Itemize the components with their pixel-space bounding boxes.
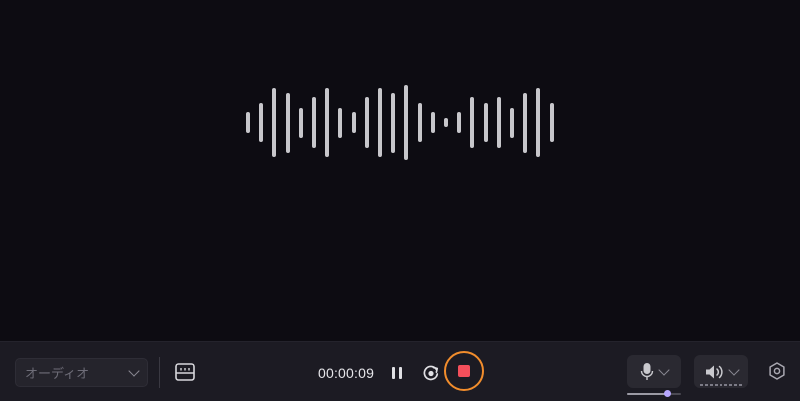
waveform-bar [338, 107, 343, 138]
stop-button[interactable] [444, 351, 484, 391]
slider-thumb[interactable] [664, 390, 671, 397]
pause-button[interactable] [386, 362, 408, 384]
waveform-bar [549, 102, 554, 143]
waveform-bar [325, 87, 330, 158]
caption-icon [175, 363, 195, 381]
waveform-bar [417, 102, 422, 143]
stop-icon [458, 365, 470, 377]
waveform-bar [272, 87, 277, 158]
waveform-bar [536, 87, 541, 158]
microphone-volume-slider[interactable] [627, 390, 681, 397]
waveform-bar [259, 102, 264, 143]
waveform-bar [351, 111, 356, 134]
waveform-bar [391, 92, 396, 153]
recording-timer: 00:00:09 [318, 365, 375, 381]
waveform-bar [470, 97, 475, 148]
settings-icon [769, 362, 785, 380]
waveform-bar [483, 102, 488, 143]
level-segment [700, 384, 703, 386]
level-segment [734, 384, 738, 386]
restart-icon [423, 365, 439, 381]
waveform-bar [378, 87, 382, 158]
microphone-icon [640, 362, 654, 380]
chevron-down-icon [128, 364, 140, 377]
waveform-bar [312, 97, 316, 148]
microphone-control[interactable] [627, 355, 681, 388]
level-segment [709, 384, 713, 386]
waveform-bar [285, 92, 290, 153]
settings-button[interactable] [766, 360, 788, 382]
waveform-bar [298, 107, 303, 138]
waveform-bar [457, 111, 462, 134]
waveform-bar [496, 97, 501, 148]
chevron-down-icon [658, 363, 670, 376]
level-segment [724, 384, 728, 386]
caption-button[interactable] [173, 360, 197, 384]
waveform-bar [510, 107, 514, 138]
waveform-bar [246, 111, 250, 134]
waveform-bar [430, 111, 435, 134]
recording-stage [0, 0, 800, 341]
restart-button[interactable] [419, 361, 443, 385]
level-segment [704, 384, 708, 386]
speaker-icon [706, 365, 723, 378]
audio-waveform [0, 0, 800, 341]
speaker-level-meter [700, 384, 743, 387]
waveform-bar [404, 85, 409, 160]
level-segment [739, 384, 743, 386]
waveform-bar [523, 92, 528, 153]
level-segment [729, 384, 733, 386]
chevron-down-icon [728, 363, 740, 376]
waveform-bar [364, 97, 369, 148]
toolbar-divider [159, 357, 160, 388]
waveform-bar [444, 117, 448, 128]
level-segment [714, 384, 718, 386]
audio-source-select[interactable]: オーディオ [15, 358, 148, 387]
pause-icon [390, 367, 404, 379]
audio-source-label: オーディオ [25, 367, 90, 382]
level-segment [719, 384, 723, 386]
